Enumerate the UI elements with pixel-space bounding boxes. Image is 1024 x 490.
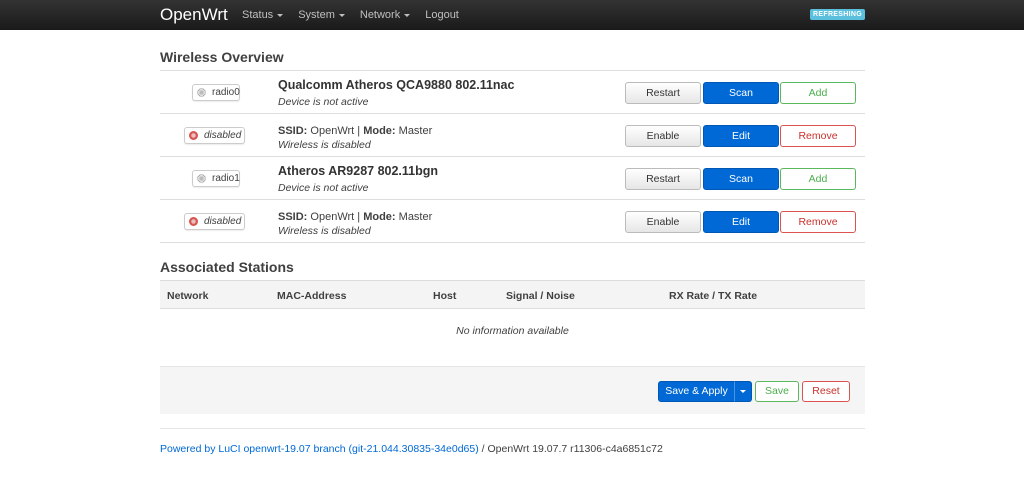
restart-button[interactable]: Restart [625, 168, 701, 190]
nav-logout[interactable]: Logout [425, 0, 459, 30]
openwrt-version: / OpenWrt 19.07.7 r11306-c4a6851c72 [478, 443, 663, 455]
separator: | [357, 125, 361, 137]
footer: Powered by LuCI openwrt-19.07 branch (gi… [160, 443, 663, 455]
add-button[interactable]: Add [780, 168, 856, 190]
associated-stations-heading: Associated Stations [160, 259, 294, 275]
reset-button[interactable]: Reset [802, 381, 850, 402]
nav-system-label: System [298, 9, 335, 21]
device-title: Atheros AR9287 802.11bgn [278, 164, 439, 178]
save-apply-button[interactable]: Save & Apply [658, 381, 735, 402]
ssid-label: SSID: [278, 211, 308, 223]
iface-badge-label: disabled [204, 130, 242, 141]
device-row-radio1: radio1 Atheros AR9287 802.11bgn Device i… [160, 157, 865, 200]
device-badge: radio1 [192, 170, 240, 187]
col-host: Host [433, 290, 457, 302]
iface-badge: disabled [184, 127, 245, 144]
mode-value: Master [398, 211, 433, 223]
ssid-value: OpenWrt [310, 211, 355, 223]
brand-logo[interactable]: OpenWrt [160, 5, 228, 25]
ssid-value: OpenWrt [310, 125, 355, 137]
apply-dropdown-button[interactable] [734, 381, 752, 402]
device-status: Device is not active [278, 182, 369, 194]
chevron-down-icon [338, 13, 345, 17]
mode-label: Mode: [363, 211, 396, 223]
mode-value: Master [398, 125, 433, 137]
luci-link[interactable]: Powered by LuCI openwrt-19.07 branch (gi… [160, 443, 479, 455]
footer-divider [160, 428, 865, 429]
device-badge-label: radio1 [212, 173, 240, 184]
wifi-radio-icon [197, 88, 206, 97]
wireless-overview-heading: Wireless Overview [160, 49, 284, 65]
col-mac-address: MAC-Address [277, 290, 347, 302]
wireless-table: radio0 Qualcomm Atheros QCA9880 802.11na… [160, 70, 865, 243]
device-title: Qualcomm Atheros QCA9880 802.11nac [278, 78, 515, 92]
mode-label: Mode: [363, 125, 396, 137]
device-row-radio0: radio0 Qualcomm Atheros QCA9880 802.11na… [160, 71, 865, 114]
iface-status: Wireless is disabled [278, 225, 371, 237]
device-badge: radio0 [192, 84, 240, 101]
add-button[interactable]: Add [780, 82, 856, 104]
stations-table: Network MAC-Address Host Signal / Noise … [160, 280, 865, 337]
iface-row: disabled SSID: OpenWrt | Mode: Master Wi… [160, 114, 865, 157]
iface-badge-label: disabled [204, 216, 242, 227]
device-status: Device is not active [278, 96, 369, 108]
col-network: Network [167, 290, 209, 302]
nav-logout-label: Logout [425, 9, 459, 21]
iface-badge: disabled [184, 213, 245, 230]
ssid-label: SSID: [278, 125, 308, 137]
edit-button[interactable]: Edit [703, 211, 779, 233]
nav-status[interactable]: Status [242, 0, 284, 30]
col-rx-tx-rate: RX Rate / TX Rate [669, 290, 758, 302]
iface-ssid-line: SSID: OpenWrt | Mode: Master [278, 125, 432, 137]
enable-button[interactable]: Enable [625, 211, 701, 233]
nav-status-label: Status [242, 9, 274, 21]
nav-system[interactable]: System [298, 0, 345, 30]
enable-button[interactable]: Enable [625, 125, 701, 147]
action-bar: Save & Apply Save Reset [160, 366, 865, 414]
empty-message: No information available [456, 325, 569, 337]
restart-button[interactable]: Restart [625, 82, 701, 104]
main-nav: Status System Network Logout [242, 0, 474, 30]
scan-button[interactable]: Scan [703, 82, 779, 104]
chevron-down-icon [277, 13, 284, 17]
table-header: Network MAC-Address Host Signal / Noise … [160, 280, 865, 309]
iface-row: disabled SSID: OpenWrt | Mode: Master Wi… [160, 200, 865, 243]
nav-network[interactable]: Network [359, 0, 411, 30]
iface-status: Wireless is disabled [278, 139, 371, 151]
device-badge-label: radio0 [212, 87, 240, 98]
disabled-signal-icon [189, 131, 198, 140]
wifi-radio-icon [197, 174, 206, 183]
iface-ssid-line: SSID: OpenWrt | Mode: Master [278, 211, 432, 223]
chevron-down-icon [404, 13, 411, 17]
scan-button[interactable]: Scan [703, 168, 779, 190]
save-button[interactable]: Save [755, 381, 799, 402]
remove-button[interactable]: Remove [780, 211, 856, 233]
top-navbar: OpenWrt Status System Network Logout REF… [0, 0, 1024, 30]
caret-down-icon [740, 390, 746, 393]
col-signal-noise: Signal / Noise [506, 290, 575, 302]
separator: | [357, 211, 361, 223]
edit-button[interactable]: Edit [703, 125, 779, 147]
disabled-signal-icon [189, 217, 198, 226]
remove-button[interactable]: Remove [780, 125, 856, 147]
nav-network-label: Network [359, 9, 401, 21]
refreshing-badge[interactable]: REFRESHING [810, 9, 865, 20]
